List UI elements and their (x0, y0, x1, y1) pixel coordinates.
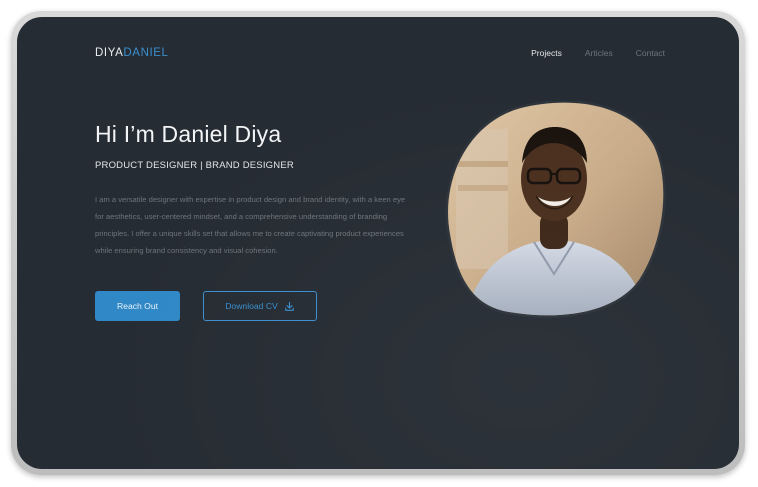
download-icon (284, 301, 294, 311)
device-frame: DIYADANIEL Projects Articles Contact Hi … (11, 11, 745, 475)
logo-first-part: DIYA (95, 47, 124, 59)
download-cv-label: Download CV (225, 301, 278, 311)
profile-photo (445, 101, 666, 318)
website-screen: DIYADANIEL Projects Articles Contact Hi … (17, 17, 739, 469)
nav-contact[interactable]: Contact (636, 48, 665, 58)
reach-out-button[interactable]: Reach Out (95, 291, 180, 321)
site-logo[interactable]: DIYADANIEL (95, 47, 169, 59)
download-cv-button[interactable]: Download CV (203, 291, 317, 321)
logo-second-part: DANIEL (123, 47, 169, 59)
main-nav: Projects Articles Contact (531, 48, 665, 58)
nav-articles[interactable]: Articles (585, 48, 613, 58)
nav-projects[interactable]: Projects (531, 48, 562, 58)
hero-subtitle: PRODUCT DESIGNER | BRAND DESIGNER (95, 160, 294, 171)
hero-title: Hi I’m Daniel Diya (95, 121, 282, 147)
hero-bio: I am a versatile designer with expertise… (95, 195, 406, 255)
